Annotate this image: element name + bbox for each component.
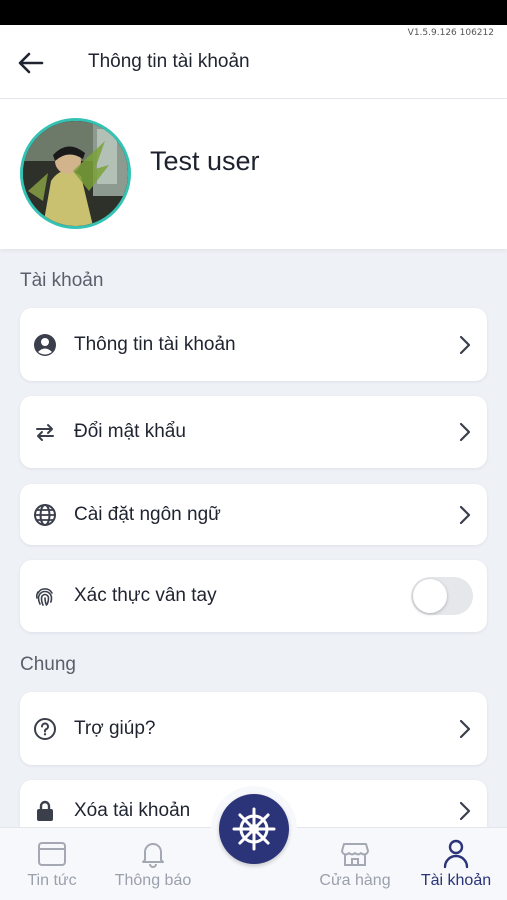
globe-icon <box>33 503 57 527</box>
menu-item-account-info[interactable]: Thông tin tài khoản <box>20 308 487 381</box>
menu-item-help[interactable]: Trợ giúp? <box>20 692 487 765</box>
menu-item-label: Đổi mật khẩu <box>74 421 186 442</box>
ship-wheel-icon <box>232 807 276 851</box>
store-icon <box>339 838 371 870</box>
menu-item-label: Cài đặt ngôn ngữ <box>74 503 221 525</box>
home-fab-button[interactable] <box>219 794 289 864</box>
toggle-knob <box>413 579 447 613</box>
menu-item-language[interactable]: Cài đặt ngôn ngữ <box>20 484 487 545</box>
user-circle-icon <box>33 333 57 357</box>
avatar-photo <box>23 121 128 226</box>
page-title: Thông tin tài khoản <box>88 51 250 72</box>
chevron-right-icon <box>457 335 473 355</box>
nav-label: Tin tức <box>27 872 77 889</box>
chevron-right-icon <box>457 719 473 739</box>
bell-icon <box>137 838 169 870</box>
help-circle-icon <box>33 717 57 741</box>
nav-account[interactable]: Tài khoản <box>416 828 496 900</box>
section-label-account: Tài khoản <box>20 270 104 291</box>
chevron-right-icon <box>457 505 473 525</box>
person-icon <box>440 838 472 870</box>
news-icon <box>36 838 68 870</box>
menu-item-fingerprint: Xác thực vân tay <box>20 560 487 632</box>
swap-arrows-icon <box>33 420 57 444</box>
nav-store[interactable]: Cửa hàng <box>315 828 395 900</box>
chevron-right-icon <box>457 801 473 821</box>
arrow-left-icon <box>18 52 44 74</box>
section-label-general: Chung <box>20 654 76 675</box>
user-name: Test user <box>150 146 260 176</box>
menu-item-change-password[interactable]: Đổi mật khẩu <box>20 396 487 468</box>
back-button[interactable] <box>18 47 58 79</box>
nav-label: Cửa hàng <box>319 872 391 889</box>
avatar[interactable] <box>20 118 131 229</box>
nav-label: Thông báo <box>114 872 192 889</box>
lock-icon <box>33 799 57 823</box>
version-label: V1.5.9.126 106212 <box>407 28 494 38</box>
fingerprint-icon <box>33 584 57 608</box>
nav-notifications[interactable]: Thông báo <box>110 828 196 900</box>
profile-header: Test user <box>0 99 507 249</box>
nav-news[interactable]: Tin tức <box>22 828 82 900</box>
status-bar <box>0 0 507 25</box>
menu-item-label: Trợ giúp? <box>74 717 156 739</box>
menu-item-label: Thông tin tài khoản <box>74 333 236 355</box>
menu-item-label: Xóa tài khoản <box>74 800 191 821</box>
chevron-right-icon <box>457 422 473 442</box>
app-bar: V1.5.9.126 106212 Thông tin tài khoản <box>0 25 507 99</box>
nav-label: Tài khoản <box>420 872 492 889</box>
menu-item-label: Xác thực vân tay <box>74 585 217 606</box>
fingerprint-toggle[interactable] <box>411 577 473 615</box>
